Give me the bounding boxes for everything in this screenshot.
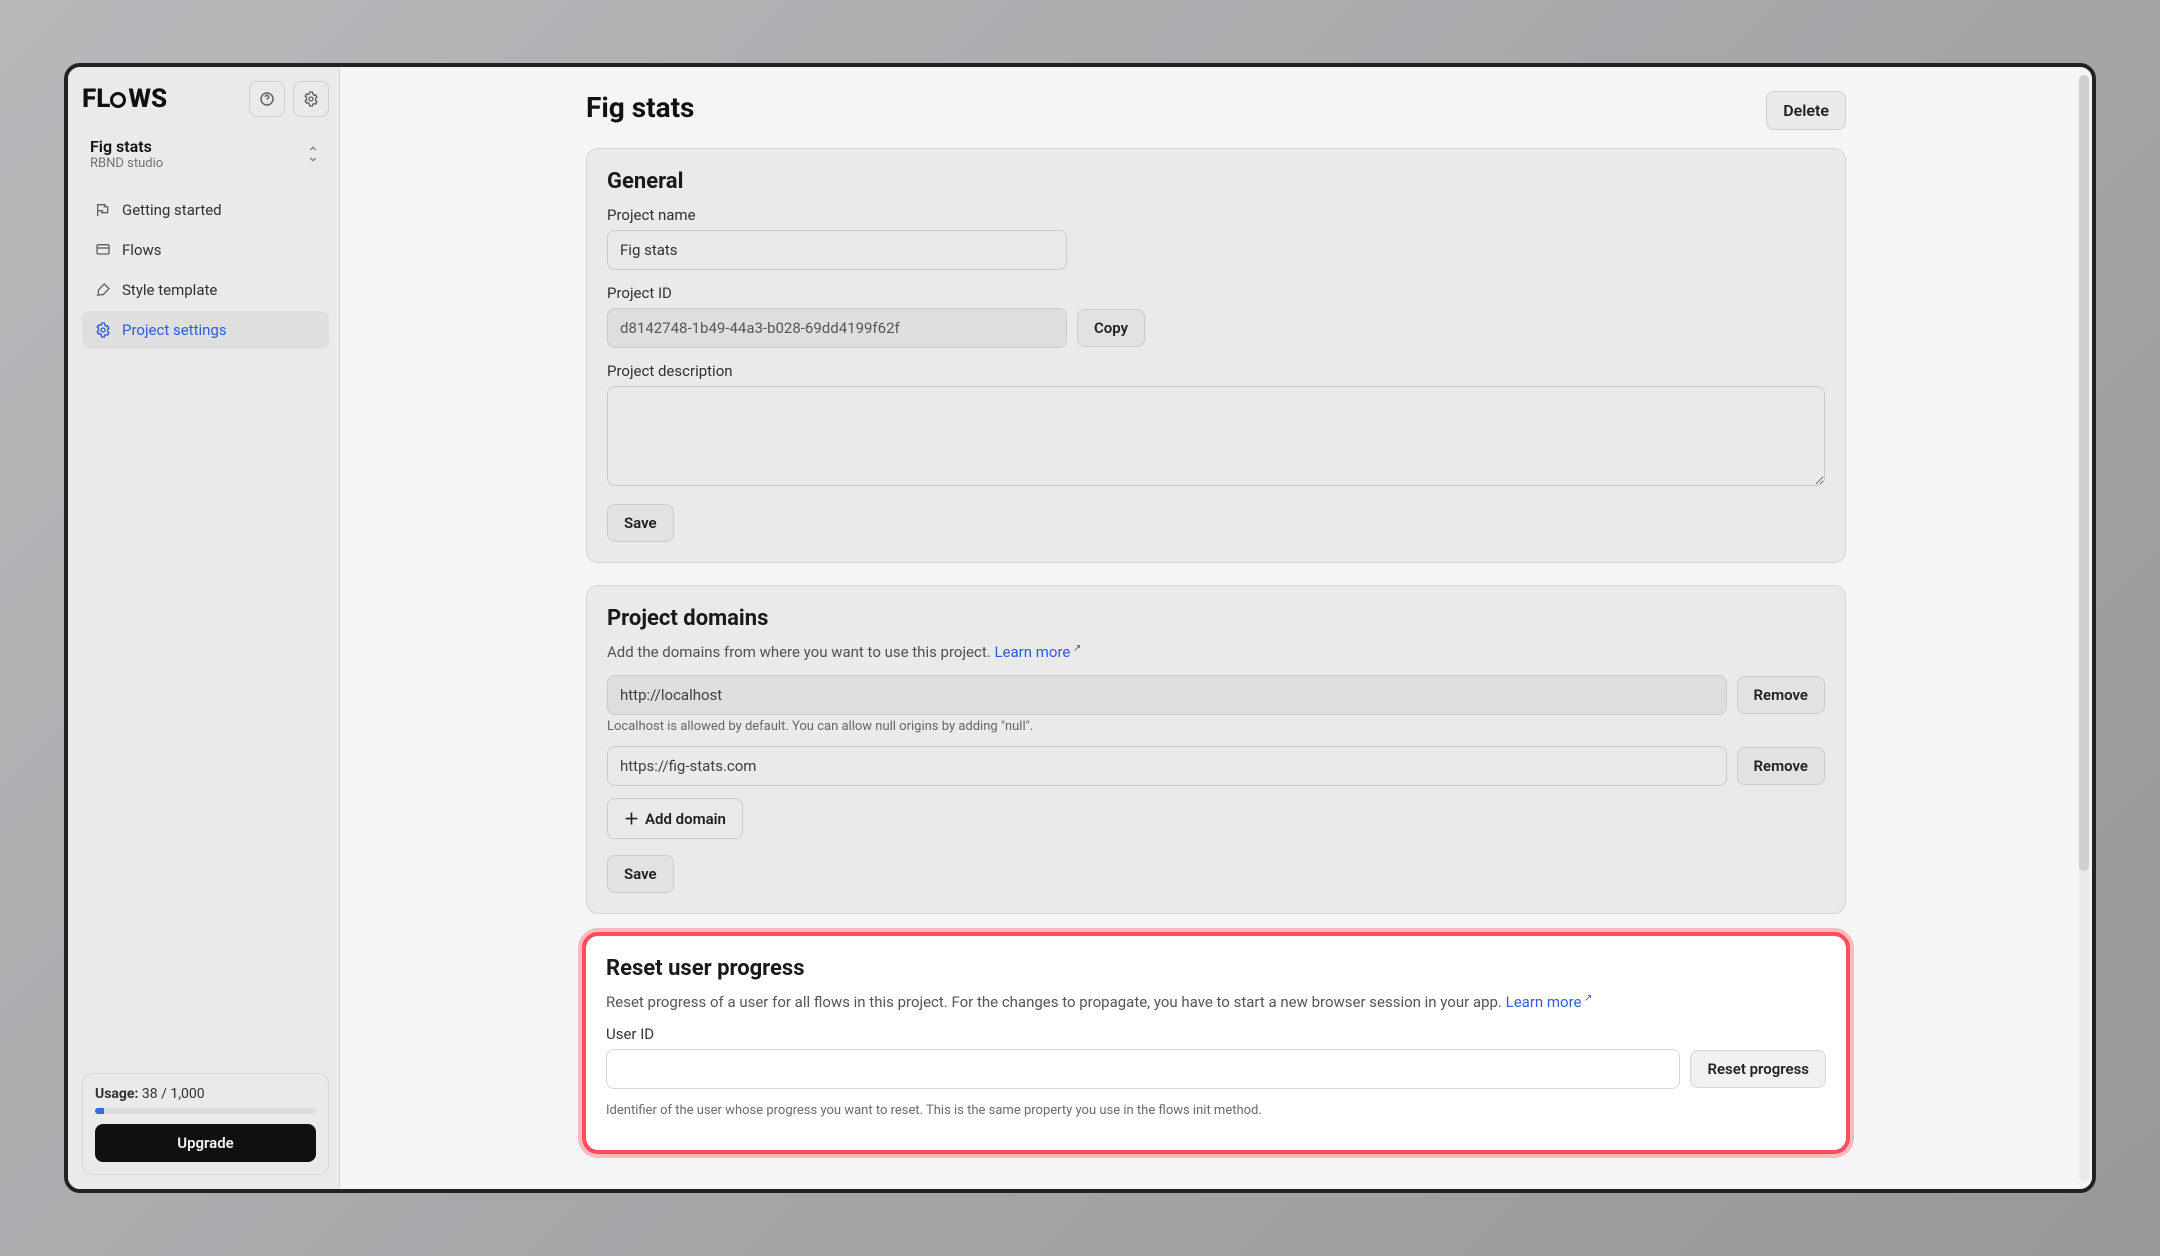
domains-subtext: Add the domains from where you want to u… (607, 643, 1825, 661)
flag-icon (94, 201, 112, 219)
sidebar-item-style-template[interactable]: Style template (82, 271, 329, 309)
external-link-icon: ↗ (1582, 993, 1593, 1004)
sidebar-item-flows[interactable]: Flows (82, 231, 329, 269)
usage-bar-fill (95, 1108, 104, 1114)
add-domain-label: Add domain (645, 810, 726, 828)
app-window: FLWS Fig stats RBND studio (64, 63, 2096, 1193)
sidebar-footer: Usage: 38 / 1,000 Upgrade (82, 1073, 329, 1175)
domains-learn-more-link[interactable]: Learn more ↗ (994, 643, 1081, 661)
user-id-label: User ID (606, 1025, 1826, 1043)
org-name: RBND studio (90, 156, 163, 171)
external-link-icon: ↗ (1070, 643, 1081, 654)
sidebar-item-label: Getting started (122, 201, 222, 219)
copy-project-id-button[interactable]: Copy (1077, 309, 1145, 347)
general-save-button[interactable]: Save (607, 504, 674, 542)
logo-o-icon (110, 92, 126, 108)
sidebar-header: FLWS (82, 81, 329, 117)
usage-bar (95, 1108, 316, 1114)
project-id-input[interactable] (607, 308, 1067, 348)
sidebar-item-label: Project settings (122, 321, 227, 339)
scrollbar-thumb[interactable] (2079, 75, 2089, 871)
project-description-field: Project description (607, 362, 1825, 490)
flows-icon (94, 241, 112, 259)
reset-learn-more-link[interactable]: Learn more ↗ (1506, 993, 1593, 1011)
scrollbar[interactable] (2079, 75, 2089, 1181)
page-title: Fig stats (586, 91, 694, 124)
general-card: General Project name Project ID Copy Pro… (586, 148, 1846, 563)
logo: FLWS (82, 84, 167, 114)
gear-icon (94, 321, 112, 339)
chevron-down-icon (305, 146, 321, 162)
settings-button[interactable] (293, 81, 329, 117)
usage-text: Usage: 38 / 1,000 (95, 1086, 316, 1102)
general-title: General (607, 169, 1825, 194)
brush-icon (94, 281, 112, 299)
help-button[interactable] (249, 81, 285, 117)
upgrade-button[interactable]: Upgrade (95, 1124, 316, 1162)
project-id-label: Project ID (607, 284, 1825, 302)
usage-box: Usage: 38 / 1,000 Upgrade (82, 1073, 329, 1175)
user-id-help-text: Identifier of the user whose progress yo… (606, 1103, 1826, 1118)
project-domains-card: Project domains Add the domains from whe… (586, 585, 1846, 914)
reset-user-progress-card: Reset user progress Reset progress of a … (586, 936, 1846, 1150)
main-content: Fig stats Delete General Project name Pr… (340, 67, 2092, 1189)
project-name-field: Project name (607, 206, 1825, 270)
domains-title: Project domains (607, 606, 1825, 631)
sidebar: FLWS Fig stats RBND studio (68, 67, 340, 1189)
sidebar-item-label: Flows (122, 241, 162, 259)
add-domain-button[interactable]: ＋ Add domain (607, 798, 743, 839)
project-selector-text: Fig stats RBND studio (90, 137, 163, 171)
sidebar-item-label: Style template (122, 281, 217, 299)
domain-row: Remove (607, 746, 1825, 786)
sidebar-item-getting-started[interactable]: Getting started (82, 191, 329, 229)
domain-help-text: Localhost is allowed by default. You can… (607, 719, 1825, 734)
reset-title: Reset user progress (606, 956, 1826, 981)
project-id-field: Project ID Copy (607, 284, 1825, 348)
usage-value: 38 / 1,000 (142, 1086, 205, 1102)
project-description-input[interactable] (607, 386, 1825, 486)
project-description-label: Project description (607, 362, 1825, 380)
project-name-label: Project name (607, 206, 1825, 224)
remove-domain-button[interactable]: Remove (1737, 676, 1826, 714)
domains-save-button[interactable]: Save (607, 855, 674, 893)
project-name: Fig stats (90, 137, 163, 156)
project-name-input[interactable] (607, 230, 1067, 270)
domain-input[interactable] (607, 675, 1727, 715)
project-selector[interactable]: Fig stats RBND studio (82, 131, 329, 177)
user-id-input[interactable] (606, 1049, 1680, 1089)
plus-icon: ＋ (624, 808, 639, 829)
domain-rows: Remove Localhost is allowed by default. … (607, 675, 1825, 786)
question-icon (259, 91, 275, 107)
sidebar-nav: Getting started Flows Style template Pro… (82, 191, 329, 349)
delete-project-button[interactable]: Delete (1766, 91, 1846, 130)
user-id-field: User ID Reset progress (606, 1025, 1826, 1089)
domain-input[interactable] (607, 746, 1727, 786)
remove-domain-button[interactable]: Remove (1737, 747, 1826, 785)
gear-icon (303, 91, 319, 107)
usage-label: Usage: (95, 1086, 138, 1102)
reset-subtext: Reset progress of a user for all flows i… (606, 993, 1826, 1011)
sidebar-item-project-settings[interactable]: Project settings (82, 311, 329, 349)
sidebar-header-actions (249, 81, 329, 117)
page-header: Fig stats Delete (586, 91, 1846, 130)
reset-progress-button[interactable]: Reset progress (1690, 1050, 1826, 1088)
domain-row: Remove (607, 675, 1825, 715)
